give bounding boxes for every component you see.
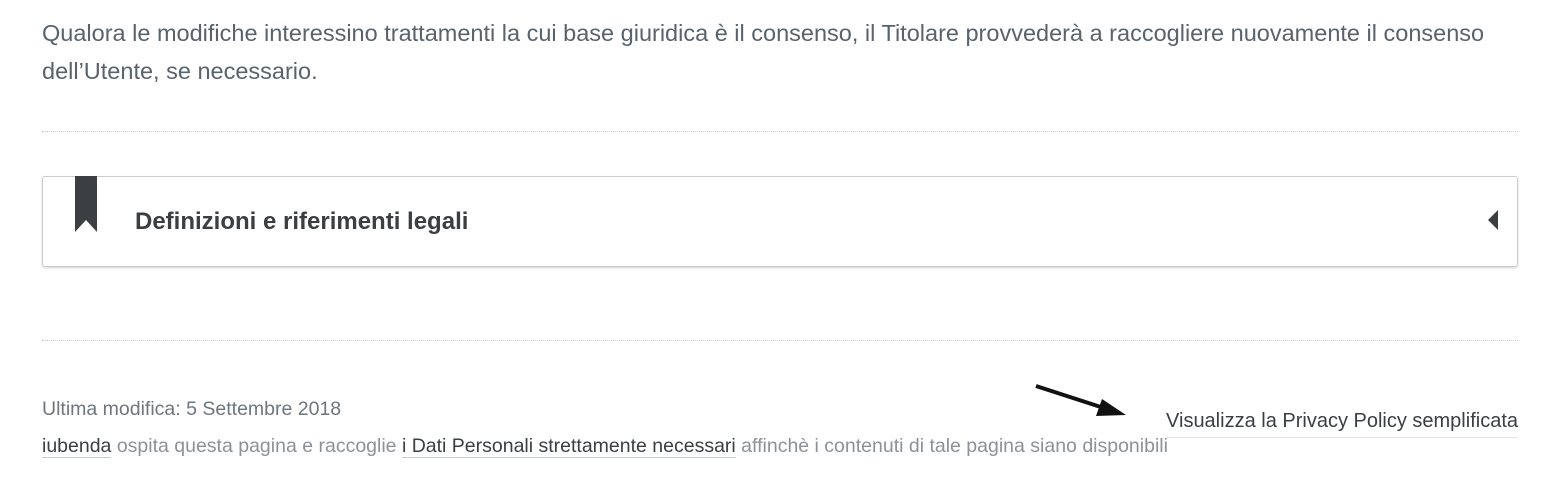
- hosting-notice: iubenda ospita questa pagina e raccoglie…: [42, 432, 1168, 460]
- footer-divider: [42, 340, 1518, 341]
- accordion-definitions[interactable]: Definizioni e riferimenti legali: [42, 176, 1518, 267]
- personal-data-link[interactable]: i Dati Personali strettamente necessari: [401, 435, 736, 458]
- iubenda-link[interactable]: iubenda: [42, 435, 112, 458]
- bookmark-icon: [75, 176, 97, 232]
- simplified-policy-link[interactable]: Visualizza la Privacy Policy semplificat…: [1166, 407, 1518, 438]
- accordion-title: Definizioni e riferimenti legali: [135, 208, 469, 235]
- hosting-text-1: ospita questa pagina e raccoglie: [111, 435, 402, 457]
- last-modified-text: Ultima modifica: 5 Settembre 2018: [42, 398, 342, 420]
- caret-left-icon[interactable]: [1488, 210, 1498, 230]
- policy-paragraph: Qualora le modifiche interessino trattam…: [42, 20, 1485, 84]
- section-divider: [42, 131, 1518, 132]
- arrow-right-icon: [1035, 384, 1126, 416]
- hosting-text-2: affinchè i contenuti di tale pagina sian…: [735, 435, 1168, 457]
